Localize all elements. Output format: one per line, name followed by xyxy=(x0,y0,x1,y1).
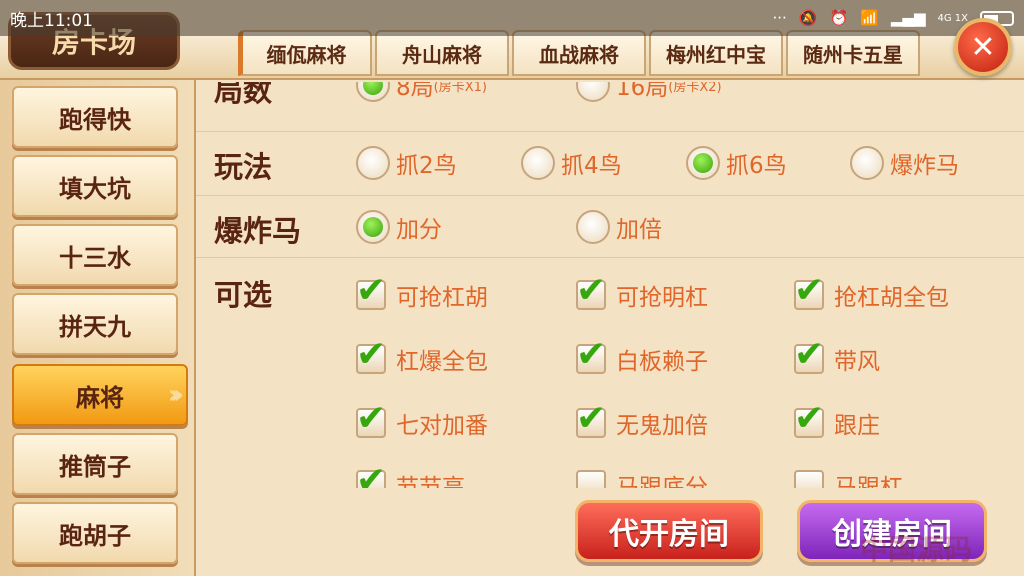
network-label: 4G 1X xyxy=(937,12,968,24)
radio-icon xyxy=(850,146,884,180)
sidebar-item-tuitongzi[interactable]: 推筒子 xyxy=(12,433,178,495)
game-tabs: 缅佤麻将 舟山麻将 血战麻将 梅州红中宝 随州卡五星 xyxy=(238,30,923,76)
option-gangbaoquanbao[interactable]: 杠爆全包 xyxy=(356,334,488,376)
row-optional: 可选 可抢杠胡 可抢明杠 抢杠胡全包 杠爆全包 白板赖子 带风 七对加番 xyxy=(196,258,1024,488)
checkbox-icon xyxy=(794,398,824,439)
settings-panel: 局数 8局 (房卡X1) 16局 (房卡X2) 玩法 抓2鸟 抓4鸟 抓6鸟 爆… xyxy=(196,82,1024,488)
sidebar-item-majiang[interactable]: 麻将 ››› xyxy=(12,364,188,426)
play-mode-label: 玩法 xyxy=(214,150,273,184)
radio-icon xyxy=(576,210,610,244)
option-zhua6niao[interactable]: 抓6鸟 xyxy=(686,146,787,180)
option-jiejiegao[interactable]: 节节高 xyxy=(356,460,465,488)
tab-2[interactable]: 舟山麻将 xyxy=(375,30,509,76)
wifi-icon: 📶 xyxy=(860,9,879,27)
checkbox-icon xyxy=(576,470,606,488)
option-wuguijiabei[interactable]: 无鬼加倍 xyxy=(576,398,708,440)
row-rounds: 局数 8局 (房卡X1) 16局 (房卡X2) xyxy=(196,82,1024,132)
option-magendifen[interactable]: 马跟底分 xyxy=(576,468,708,488)
checkbox-icon xyxy=(794,470,824,488)
radio-icon xyxy=(356,146,390,180)
rounds-label: 局数 xyxy=(214,82,273,108)
checkbox-icon xyxy=(576,270,606,311)
sidebar: 跑得快 填大坑 十三水 拼天九 麻将 ››› 推筒子 跑胡子 xyxy=(0,80,196,576)
sidebar-item-paohuzi[interactable]: 跑胡子 xyxy=(12,502,178,564)
tab-5[interactable]: 随州卡五星 xyxy=(786,30,920,76)
sidebar-item-label: 麻将 xyxy=(76,383,124,412)
option-rounds-8[interactable]: 8局 (房卡X1) xyxy=(356,82,487,102)
radio-icon xyxy=(356,82,390,102)
sidebar-item-shisanshui[interactable]: 十三水 xyxy=(12,224,178,286)
option-daifeng[interactable]: 带风 xyxy=(794,334,880,376)
checkbox-icon xyxy=(794,270,824,311)
tab-1[interactable]: 缅佤麻将 xyxy=(238,30,372,76)
option-qiangminggang[interactable]: 可抢明杠 xyxy=(576,270,708,312)
row-bomb-horse: 爆炸马 加分 加倍 xyxy=(196,196,1024,258)
row-play-mode: 玩法 抓2鸟 抓4鸟 抓6鸟 爆炸马 xyxy=(196,132,1024,196)
checkbox-icon xyxy=(356,460,386,488)
radio-icon xyxy=(356,210,390,244)
mute-icon: 🔕 xyxy=(798,9,818,27)
radio-icon xyxy=(521,146,555,180)
option-qiduijiafan[interactable]: 七对加番 xyxy=(356,398,488,440)
tab-3[interactable]: 血战麻将 xyxy=(512,30,646,76)
bomb-horse-label: 爆炸马 xyxy=(214,214,302,248)
optional-label: 可选 xyxy=(214,278,273,312)
checkbox-icon xyxy=(794,334,824,375)
option-genzhuang[interactable]: 跟庄 xyxy=(794,398,880,440)
status-bar: 晚上11:01 ··· 🔕 ⏰ 📶 ▂▄▆ 4G 1X xyxy=(0,0,1024,36)
signal-icon: ▂▄▆ xyxy=(890,9,926,27)
watermark: 中国源码 xyxy=(860,533,973,566)
checkbox-icon xyxy=(576,334,606,375)
checkbox-icon xyxy=(356,270,386,311)
option-baibanlaizi[interactable]: 白板赖子 xyxy=(576,334,708,376)
checkbox-icon xyxy=(356,334,386,375)
chevron-right-icon: ››› xyxy=(167,380,184,410)
sidebar-item-paodekuai[interactable]: 跑得快 xyxy=(12,86,178,148)
close-button[interactable]: ✕ xyxy=(954,18,1012,76)
option-qiangganghuquanbao[interactable]: 抢杠胡全包 xyxy=(794,270,949,312)
proxy-open-room-button[interactable]: 代开房间 xyxy=(575,500,763,562)
option-magengang[interactable]: 马跟杠 xyxy=(794,468,903,488)
sidebar-item-tiandakeng[interactable]: 填大坑 xyxy=(12,155,178,217)
sidebar-item-pintianjiu[interactable]: 拼天九 xyxy=(12,293,178,355)
option-jiafen[interactable]: 加分 xyxy=(356,210,442,244)
option-zhua2niao[interactable]: 抓2鸟 xyxy=(356,146,457,180)
checkbox-icon xyxy=(576,398,606,439)
close-icon: ✕ xyxy=(970,29,996,65)
radio-icon xyxy=(576,82,610,102)
radio-icon xyxy=(686,146,720,180)
checkbox-icon xyxy=(356,398,386,439)
tab-4[interactable]: 梅州红中宝 xyxy=(649,30,783,76)
option-baozhama[interactable]: 爆炸马 xyxy=(850,146,959,180)
more-icon: ··· xyxy=(772,9,787,27)
status-time: 晚上11:01 xyxy=(10,10,93,31)
option-qiangganghu[interactable]: 可抢杠胡 xyxy=(356,270,488,312)
option-rounds-16[interactable]: 16局 (房卡X2) xyxy=(576,82,722,102)
option-jiabei[interactable]: 加倍 xyxy=(576,210,662,244)
alarm-icon: ⏰ xyxy=(829,9,849,27)
option-zhua4niao[interactable]: 抓4鸟 xyxy=(521,146,622,180)
